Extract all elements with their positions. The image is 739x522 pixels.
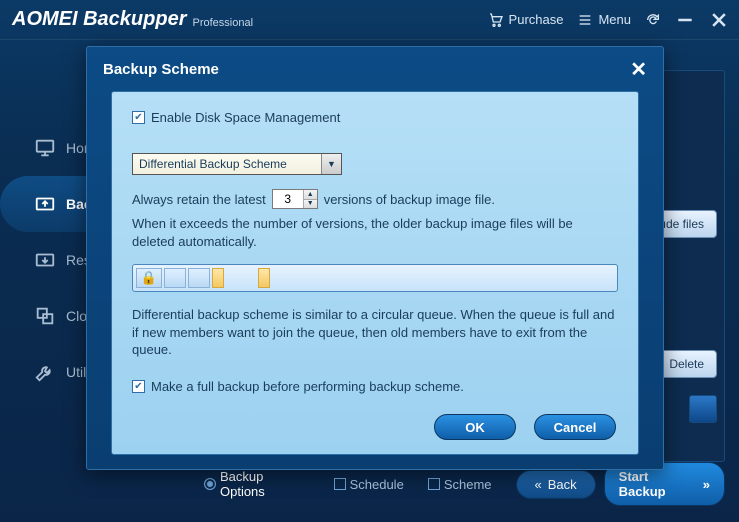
enable-label: Enable Disk Space Management — [151, 110, 340, 125]
scheme-selected-value: Differential Backup Scheme — [139, 157, 287, 171]
retain-description: When it exceeds the number of versions, … — [132, 215, 618, 250]
checkbox-icon — [334, 478, 346, 490]
menu-label: Menu — [598, 12, 631, 27]
dialog-panel: Enable Disk Space Management Differentia… — [111, 91, 639, 455]
scheme-select[interactable]: Differential Backup Scheme ▼ — [132, 153, 342, 175]
schedule-label: Schedule — [350, 477, 404, 492]
scheme-explanation: Differential backup scheme is similar to… — [132, 306, 618, 359]
back-button[interactable]: « Back — [516, 470, 596, 499]
backup-scheme-dialog: Backup Scheme ✕ Enable Disk Space Manage… — [86, 46, 664, 470]
checkbox-checked-icon — [132, 111, 145, 124]
schedule-toggle[interactable]: Schedule — [326, 473, 412, 496]
retain-row: Always retain the latest ▲ ▼ versions of… — [132, 189, 618, 209]
menu-icon — [577, 12, 593, 28]
queue-illustration: 🔒 — [132, 264, 618, 292]
restore-icon — [34, 249, 56, 271]
delete-label: Delete — [669, 357, 704, 371]
refresh-icon[interactable] — [645, 12, 661, 28]
queue-cell — [164, 268, 186, 288]
cart-icon — [488, 12, 504, 28]
lock-icon: 🔒 — [136, 268, 162, 288]
full-backup-label: Make a full backup before performing bac… — [151, 379, 464, 394]
retain-spinner[interactable]: ▲ ▼ — [272, 189, 318, 209]
add-files-label: ude files — [659, 217, 704, 231]
ok-label: OK — [465, 420, 485, 435]
destination-dropdown-stub[interactable] — [689, 395, 717, 423]
backup-icon — [34, 193, 56, 215]
start-label: Start Backup — [619, 469, 697, 499]
app-edition: Professional — [192, 17, 253, 29]
scheme-toggle[interactable]: Scheme — [420, 473, 500, 496]
backup-options-toggle[interactable]: Backup Options — [196, 465, 317, 503]
monitor-icon — [34, 137, 56, 159]
spinner-down-icon[interactable]: ▼ — [303, 200, 317, 209]
cancel-label: Cancel — [554, 420, 597, 435]
purchase-label: Purchase — [509, 12, 564, 27]
app-window: AOMEI Backupper Professional Purchase Me… — [0, 0, 739, 522]
close-icon[interactable] — [709, 12, 729, 28]
queue-cell-highlight — [258, 268, 270, 288]
queue-cell — [188, 268, 210, 288]
queue-gap — [226, 268, 256, 288]
chevron-right-icon: » — [703, 477, 710, 492]
purchase-button[interactable]: Purchase — [488, 12, 564, 28]
chevron-left-icon: « — [535, 477, 542, 492]
dialog-close-icon[interactable]: ✕ — [630, 57, 647, 82]
dialog-title: Backup Scheme — [103, 61, 219, 78]
titlebar: AOMEI Backupper Professional Purchase Me… — [0, 0, 739, 40]
queue-cell-highlight — [212, 268, 224, 288]
scheme-label: Scheme — [444, 477, 492, 492]
enable-disk-mgmt-checkbox[interactable]: Enable Disk Space Management — [132, 110, 618, 125]
options-label: Backup Options — [220, 469, 310, 499]
checkbox-icon — [428, 478, 440, 490]
chevron-down-icon: ▼ — [321, 154, 341, 174]
spinner-up-icon[interactable]: ▲ — [303, 190, 317, 200]
clone-icon — [34, 305, 56, 327]
full-backup-checkbox[interactable]: Make a full backup before performing bac… — [132, 379, 618, 394]
radio-on-icon — [204, 478, 216, 490]
menu-button[interactable]: Menu — [577, 12, 631, 28]
ok-button[interactable]: OK — [434, 414, 516, 440]
retain-input[interactable] — [273, 190, 303, 208]
wrench-icon — [34, 361, 56, 383]
retain-post: versions of backup image file. — [324, 192, 495, 207]
minimize-icon[interactable] — [675, 12, 695, 28]
back-label: Back — [548, 477, 577, 492]
cancel-button[interactable]: Cancel — [534, 414, 616, 440]
retain-pre: Always retain the latest — [132, 192, 266, 207]
app-logo-text: AOMEI Backupper — [12, 8, 186, 31]
checkbox-checked-icon — [132, 380, 145, 393]
